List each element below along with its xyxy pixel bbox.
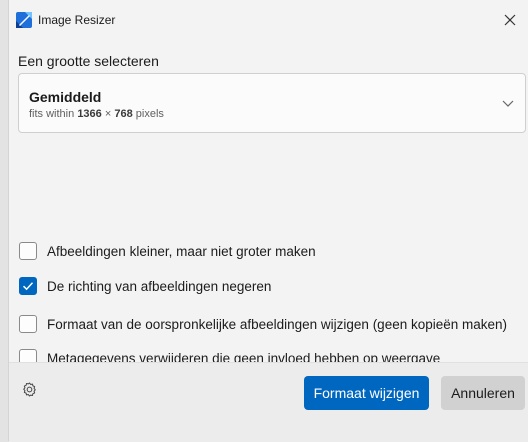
option-label: Afbeeldingen kleiner, maar niet groter m… [47, 243, 316, 259]
dialog-footer: Formaat wijzigen Annuleren [9, 362, 528, 442]
chevron-down-icon [502, 100, 514, 107]
size-height: 768 [114, 108, 133, 120]
resize-button[interactable]: Formaat wijzigen [304, 376, 429, 410]
size-desc-prefix: fits within [29, 108, 75, 120]
window-title: Image Resizer [38, 13, 116, 27]
option-label: Formaat van de oorspronkelijke afbeeldin… [47, 316, 508, 332]
cancel-button[interactable]: Annuleren [441, 376, 525, 410]
checkbox-shrink-only[interactable] [19, 242, 37, 260]
option-shrink-only[interactable]: Afbeeldingen kleiner, maar niet groter m… [19, 240, 316, 262]
size-section-label: Een grootte selecteren [18, 53, 159, 69]
image-resizer-window: Image Resizer Een grootte selecteren Gem… [8, 0, 528, 442]
size-times: × [104, 108, 112, 120]
option-ignore-orientation[interactable]: De richting van afbeeldingen negeren [19, 275, 271, 297]
option-overwrite-originals[interactable]: Formaat van de oorspronkelijke afbeeldin… [19, 313, 507, 335]
checkmark-icon [22, 282, 34, 291]
size-name: Gemiddeld [29, 89, 102, 105]
option-label: De richting van afbeeldingen negeren [47, 278, 272, 294]
app-icon [16, 12, 32, 28]
gear-icon[interactable] [21, 381, 38, 398]
checkbox-overwrite-originals[interactable] [19, 315, 37, 333]
title-bar: Image Resizer [9, 0, 528, 40]
size-width: 1366 [77, 108, 102, 120]
size-description: fits within 1366 × 768 pixels [29, 108, 164, 120]
size-unit: pixels [135, 108, 164, 120]
size-dropdown[interactable]: Gemiddeld fits within 1366 × 768 pixels [18, 73, 526, 133]
close-icon [504, 14, 516, 26]
checkbox-ignore-orientation[interactable] [19, 277, 37, 295]
close-button[interactable] [492, 5, 528, 35]
